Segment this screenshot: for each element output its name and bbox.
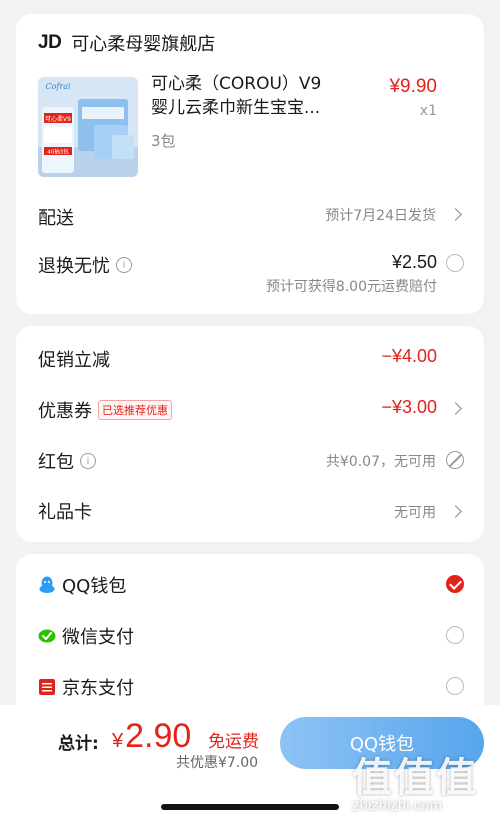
wechat-icon: [38, 627, 56, 645]
product-title-line1: 可心柔（COROU）V9: [151, 74, 322, 94]
red-packet-label: 红包 i: [38, 448, 96, 474]
promotion-discount-value: −¥4.00: [381, 346, 437, 366]
svg-text:Cofrai: Cofrai: [45, 82, 70, 91]
watermark-url: zhizhizhi.com: [352, 797, 443, 814]
product-price: ¥9.90: [389, 76, 437, 97]
svg-text:40抽3包: 40抽3包: [47, 148, 69, 156]
qq-penguin-icon: [38, 576, 56, 594]
product-image[interactable]: 可心柔V9 40抽3包 Cofrai: [38, 77, 138, 177]
info-icon[interactable]: i: [116, 257, 132, 273]
coupon-row[interactable]: 优惠券 已选推荐优惠: [38, 397, 172, 423]
home-indicator[interactable]: [161, 804, 339, 810]
coupon-label: 优惠券: [38, 401, 92, 422]
unavailable-icon: [446, 451, 464, 469]
product-title-line2: 婴儿云柔巾新生宝宝...: [151, 98, 321, 118]
total-label: 总计:: [58, 734, 99, 754]
payment-methods-card: QQ钱包 微信支付 京东支付: [16, 554, 484, 724]
currency-symbol: ¥: [112, 730, 124, 752]
shipping-estimate[interactable]: 预计7月24日发货: [325, 205, 436, 225]
payment-radio-jd[interactable]: [446, 677, 464, 695]
svg-text:可心柔V9: 可心柔V9: [45, 115, 71, 123]
store-name: 可心柔母婴旗舰店: [71, 34, 216, 55]
free-shipping-label: 免运费: [208, 732, 259, 752]
jd-logo: JD: [38, 32, 62, 53]
discounts-card: 促销立减 −¥4.00 优惠券 已选推荐优惠 −¥3.00 红包 i 共¥0.0…: [16, 326, 484, 542]
total-amount-value: 2.90: [125, 717, 192, 755]
product-spec: 3包: [151, 132, 176, 150]
store-header[interactable]: JD 可心柔母婴旗舰店: [38, 30, 215, 56]
payment-option-qq[interactable]: QQ钱包: [38, 572, 126, 598]
return-guarantee-price: ¥2.50: [391, 252, 437, 272]
total-savings: 共优惠¥7.00: [176, 755, 259, 771]
chevron-right-icon[interactable]: [449, 208, 462, 221]
product-title[interactable]: 可心柔（COROU）V9 婴儿云柔巾新生宝宝...: [151, 72, 351, 120]
return-guarantee-label: 退换无忧 i: [38, 252, 132, 278]
gift-card-label: 礼品卡: [38, 502, 92, 523]
red-packet-value: 共¥0.07，无可用: [325, 454, 436, 470]
return-guarantee-note: 预计可获得8.00元运费赔付: [265, 279, 437, 295]
info-icon[interactable]: i: [80, 453, 96, 469]
product-quantity: x1: [419, 103, 437, 119]
coupon-recommended-badge: 已选推荐优惠: [98, 400, 172, 420]
payment-option-label: QQ钱包: [62, 576, 127, 597]
payment-radio-wechat[interactable]: [446, 626, 464, 644]
watermark-logo: 值值值: [352, 755, 478, 801]
payment-radio-qq[interactable]: [446, 575, 464, 593]
chevron-right-icon[interactable]: [449, 402, 462, 415]
coupon-value[interactable]: −¥3.00: [381, 397, 437, 418]
promotion-discount-label: 促销立减: [38, 350, 110, 371]
checkout-bar: 总计: ¥ 2.90 免运费 共优惠¥7.00 QQ钱包 值值值 zhizhiz…: [0, 705, 500, 824]
total-amount: ¥ 2.90: [112, 717, 191, 756]
store-order-card: JD 可心柔母婴旗舰店 可心柔V9 40抽3包 Cofrai 可心柔（COROU…: [16, 14, 484, 314]
jd-pay-icon: [38, 678, 56, 696]
gift-card-value[interactable]: 无可用: [394, 502, 436, 522]
payment-option-label: 京东支付: [62, 678, 134, 699]
chevron-right-icon[interactable]: [449, 505, 462, 518]
shipping-label: 配送: [38, 208, 74, 229]
return-guarantee-radio[interactable]: [446, 254, 464, 272]
payment-option-label: 微信支付: [62, 627, 134, 648]
payment-option-wechat[interactable]: 微信支付: [38, 623, 134, 649]
payment-option-jd[interactable]: 京东支付: [38, 674, 134, 700]
